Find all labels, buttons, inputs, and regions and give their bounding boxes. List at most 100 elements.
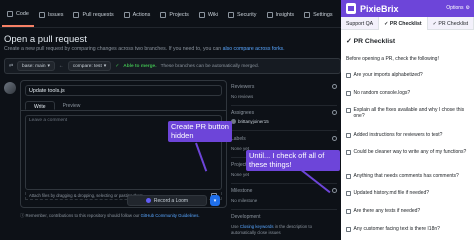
checklist-item-label: Any customer facing text is there I18n?: [353, 226, 440, 232]
compare-arrows-icon: ⇄: [9, 63, 14, 69]
gear-icon[interactable]: [332, 188, 337, 193]
editor-tabs: Write Preview: [21, 101, 226, 111]
gear-icon: ⚙: [465, 5, 470, 11]
tab-pull-requests[interactable]: Pull requests: [68, 3, 118, 27]
checklist-item-label: No random console.logs?: [353, 90, 411, 96]
compare-branch-label: compare: test: [72, 63, 102, 69]
tab-label: Pull requests: [82, 12, 114, 18]
checkbox[interactable]: [346, 133, 351, 138]
chevron-down-icon: ▾: [103, 63, 107, 69]
able-to-merge-text: Able to merge.: [123, 63, 157, 69]
checkbox[interactable]: [346, 91, 351, 96]
info-icon: ⓘ: [20, 213, 25, 218]
tab-wiki[interactable]: Wiki: [194, 3, 223, 27]
graph-icon: [266, 12, 273, 18]
github-pane: Code Issues Pull requests Actions Projec…: [0, 0, 341, 240]
issue-icon: [38, 12, 45, 18]
page-subtitle: Create a new pull request by comparing c…: [4, 46, 285, 52]
left-arrow-icon: ←: [58, 63, 64, 69]
checkbox[interactable]: [346, 73, 351, 78]
gear-icon[interactable]: [332, 110, 337, 115]
footnote-text: Remember, contributions to this reposito…: [25, 213, 140, 218]
tab-label: Actions: [132, 12, 151, 18]
pull-request-icon: [73, 12, 80, 18]
labels-label: Labels: [231, 136, 246, 142]
checkbox[interactable]: [346, 108, 351, 113]
pixiebrix-tabs: Support QA ✓ PR Checklist ✓ PR Checklist: [341, 17, 474, 30]
reviewers-section[interactable]: Reviewers No reviews: [231, 84, 337, 106]
tab-insights[interactable]: Insights: [262, 3, 300, 27]
milestone-section[interactable]: Milestone No milestone: [231, 188, 337, 210]
play-icon: [123, 12, 130, 18]
chevron-down-icon: ▾: [47, 63, 50, 69]
base-branch-select[interactable]: base: main ▾: [17, 61, 55, 71]
gear-icon[interactable]: [332, 84, 337, 89]
checklist-item[interactable]: Could be cleaner way to write any of my …: [346, 149, 472, 155]
guidelines-link[interactable]: GitHub Community Guidelines.: [141, 213, 200, 218]
checklist-item[interactable]: Explain all the fixes available and why …: [346, 107, 472, 120]
tab-support-qa[interactable]: Support QA: [341, 17, 380, 30]
options-label: Options: [446, 5, 464, 11]
checklist-item[interactable]: Updated history.md file if needed?: [346, 190, 472, 196]
checklist-item-label: Explain all the fixes available and why …: [353, 107, 465, 120]
development-section: Development Use Closing keywords in the …: [231, 214, 337, 240]
avatar: [4, 82, 16, 94]
assignees-label: Assignees: [231, 110, 255, 116]
checklist-item[interactable]: No random console.logs?: [346, 90, 472, 96]
gear-icon[interactable]: [332, 136, 337, 141]
checklist-item-label: Are your imports alphabetized?: [353, 72, 423, 78]
compare-branch-select[interactable]: compare: test ▾: [67, 61, 112, 71]
checklist-item[interactable]: Are your imports alphabetized?: [346, 72, 472, 78]
checkbox[interactable]: [346, 227, 351, 232]
checklist-item[interactable]: Added instructions for reviewers to test…: [346, 132, 472, 138]
tab-code[interactable]: Code: [2, 3, 34, 27]
tab-write[interactable]: Write: [25, 101, 55, 110]
assignees-section[interactable]: Assignees brittanyjoiner15: [231, 110, 337, 131]
compare-forks-link[interactable]: also compare across forks.: [223, 46, 285, 52]
closing-keywords-link[interactable]: Closing keywords: [240, 224, 274, 229]
loom-icon: [145, 198, 151, 203]
checklist-item-label: Added instructions for reviewers to test…: [353, 132, 443, 138]
tab-pr-checklist[interactable]: ✓ PR Checklist: [379, 17, 428, 30]
page-title: Open a pull request: [4, 34, 87, 45]
compare-bar: ⇄ base: main ▾ ← compare: test ▾ ✓ Able to…: [4, 58, 341, 74]
checklist-item-label: Anything that needs comments has comment…: [353, 173, 459, 179]
base-branch-label: base: main: [22, 63, 46, 69]
chevron-down-icon: ▾: [213, 197, 217, 204]
dropdown-button[interactable]: ▾: [210, 195, 220, 206]
tab-projects[interactable]: Projects: [155, 3, 193, 27]
tab-actions[interactable]: Actions: [119, 3, 156, 27]
tab-preview[interactable]: Preview: [55, 101, 89, 110]
tab-pr-checklist-2[interactable]: ✓ PR Checklist: [428, 17, 474, 30]
assignee-name[interactable]: brittanyjoiner15: [238, 119, 269, 124]
milestone-value: No milestone: [231, 198, 258, 203]
checklist-item-label: Are there any tests if needed?: [353, 208, 421, 214]
development-label: Development: [231, 214, 261, 220]
options-button[interactable]: Options ⚙: [446, 5, 470, 11]
pr-title-input[interactable]: Update tools.js: [25, 85, 222, 96]
checklist-title: ✓ PR Checklist: [346, 38, 396, 45]
tab-issues[interactable]: Issues: [34, 3, 69, 27]
callout-create-pr-hidden: Create PR button hidden: [168, 121, 232, 143]
shield-icon: [228, 12, 235, 18]
tab-label: Code: [16, 11, 29, 17]
development-text-start: Use: [231, 224, 239, 229]
checkbox[interactable]: [346, 191, 351, 196]
checkbox[interactable]: [346, 174, 351, 179]
checkbox[interactable]: [346, 150, 351, 155]
tab-label: Security: [237, 12, 257, 18]
checklist-item[interactable]: Anything that needs comments has comment…: [346, 173, 472, 179]
subtitle-text: Create a new pull request by comparing c…: [4, 46, 222, 52]
pixiebrix-logo-icon: [346, 3, 356, 14]
tab-label: Wiki: [207, 12, 219, 18]
tab-label: Projects: [169, 12, 189, 18]
tab-settings[interactable]: Settings: [299, 3, 337, 27]
checklist-item[interactable]: Are there any tests if needed?: [346, 208, 472, 214]
mergeable-text: These branches can be automatically merg…: [160, 63, 259, 69]
checklist-item[interactable]: Any customer facing text is there I18n?: [346, 226, 472, 232]
record-loom-button[interactable]: Record a Loom: [127, 195, 207, 206]
tab-security[interactable]: Security: [223, 3, 261, 27]
checkbox[interactable]: [346, 209, 351, 214]
development-text: Use Closing keywords in the description …: [231, 224, 337, 235]
pixiebrix-sidebar: PixieBrix Options ⚙ Support QA ✓ PR Check…: [341, 0, 474, 240]
